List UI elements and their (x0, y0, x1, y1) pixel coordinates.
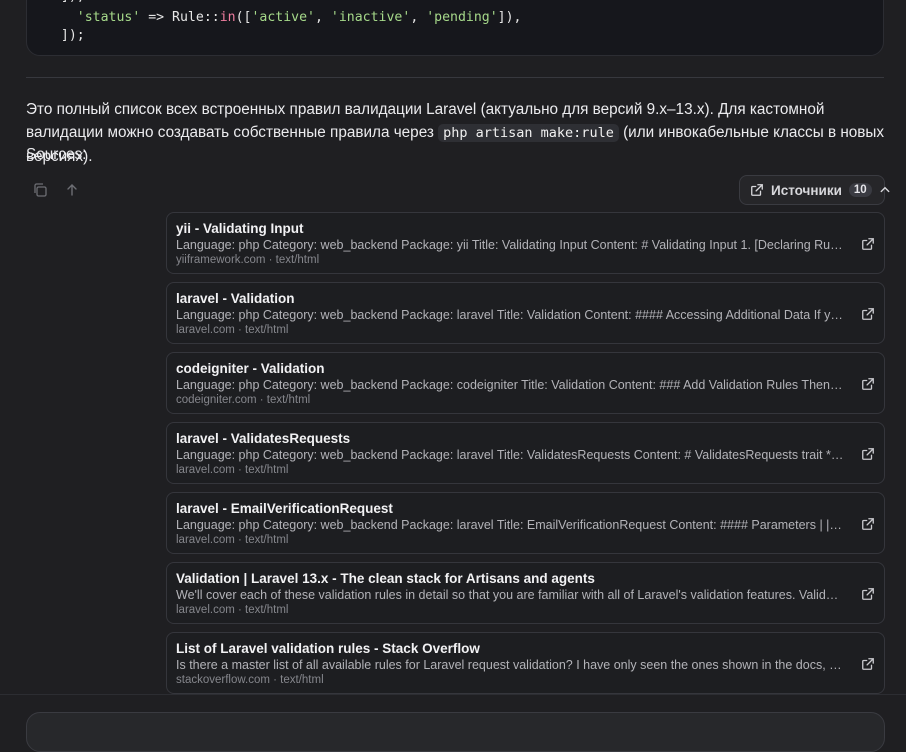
external-link-icon[interactable] (861, 587, 875, 601)
copy-icon (34, 183, 47, 197)
source-card[interactable]: laravel - EmailVerificationRequest Langu… (166, 492, 885, 554)
source-meta: codeigniter.com · text/html (176, 394, 311, 406)
source-card[interactable]: laravel - ValidatesRequests Language: ph… (166, 422, 885, 484)
code-string: 'inactive' (330, 10, 411, 25)
source-description: Language: php Category: web_backend Pack… (176, 378, 844, 392)
source-card[interactable]: codeigniter - Validation Language: php C… (166, 352, 885, 414)
source-description: Language: php Category: web_backend Pack… (176, 308, 844, 322)
share-button[interactable] (61, 179, 83, 201)
sources-button-label: Источники (771, 182, 842, 198)
source-title: laravel - EmailVerificationRequest (176, 501, 393, 516)
sources-list: yii - Validating Input Language: php Cat… (166, 212, 885, 702)
source-title: laravel - Validation (176, 291, 295, 306)
source-card[interactable]: laravel - Validation Language: php Categ… (166, 282, 885, 344)
source-meta: yiiframework.com · text/html (176, 254, 320, 266)
source-title: List of Laravel validation rules - Stack… (176, 641, 480, 656)
external-link-icon[interactable] (861, 237, 875, 251)
source-description: We'll cover each of these validation rul… (176, 588, 844, 602)
message-input[interactable] (26, 712, 885, 752)
code-text: ]), (497, 10, 522, 25)
code-line: ]); (45, 28, 85, 43)
source-description: Is there a master list of all available … (176, 658, 844, 672)
source-description: Language: php Category: web_backend Pack… (176, 518, 844, 532)
source-card[interactable]: List of Laravel validation rules - Stack… (166, 632, 885, 694)
code-block: ]), 'status' => Rule::in(['active', 'ina… (26, 0, 884, 56)
external-link-icon[interactable] (861, 307, 875, 321)
code-string: 'active' (251, 10, 316, 25)
source-meta: laravel.com · text/html (176, 604, 289, 616)
sources-count-badge: 10 (848, 183, 872, 197)
source-description: Language: php Category: web_backend Pack… (176, 448, 844, 462)
source-card[interactable]: Validation | Laravel 13.x - The clean st… (166, 562, 885, 624)
code-text: ([ (235, 10, 252, 25)
external-link-icon[interactable] (861, 447, 875, 461)
divider (26, 77, 884, 78)
code-string: 'pending' (426, 10, 498, 25)
code-line: 'status' => Rule::in(['active', 'inactiv… (45, 10, 522, 25)
sources-label: Sources: (26, 146, 87, 163)
source-title: Validation | Laravel 13.x - The clean st… (176, 571, 595, 586)
source-title: laravel - ValidatesRequests (176, 431, 351, 446)
code-function: in (219, 10, 236, 25)
source-meta: laravel.com · text/html (176, 324, 289, 336)
source-title: yii - Validating Input (176, 221, 304, 236)
external-link-icon[interactable] (861, 517, 875, 531)
sources-toggle-button[interactable]: Источники 10 (739, 175, 890, 205)
source-meta: stackoverflow.com · text/html (176, 674, 324, 686)
copy-button[interactable] (29, 179, 51, 201)
source-card[interactable]: yii - Validating Input Language: php Cat… (166, 212, 885, 274)
code-text: , (315, 10, 331, 25)
source-title: codeigniter - Validation (176, 361, 325, 376)
external-link-icon[interactable] (861, 657, 875, 671)
arrow-up-icon (67, 184, 77, 196)
code-text: => Rule:: (140, 10, 220, 25)
code-string: 'status' (76, 10, 141, 25)
source-meta: laravel.com · text/html (176, 464, 289, 476)
code-line: ]), (45, 0, 85, 4)
external-link-icon[interactable] (861, 377, 875, 391)
external-link-icon (751, 184, 763, 196)
code-text: ]); (60, 28, 85, 43)
answer-paragraph: Это полный список всех встроенных правил… (26, 98, 886, 168)
source-description: Language: php Category: web_backend Pack… (176, 238, 844, 252)
code-text: , (410, 10, 427, 25)
source-meta: laravel.com · text/html (176, 534, 289, 546)
chevron-up-icon (880, 186, 890, 193)
inline-code: php artisan make:rule (438, 124, 619, 142)
